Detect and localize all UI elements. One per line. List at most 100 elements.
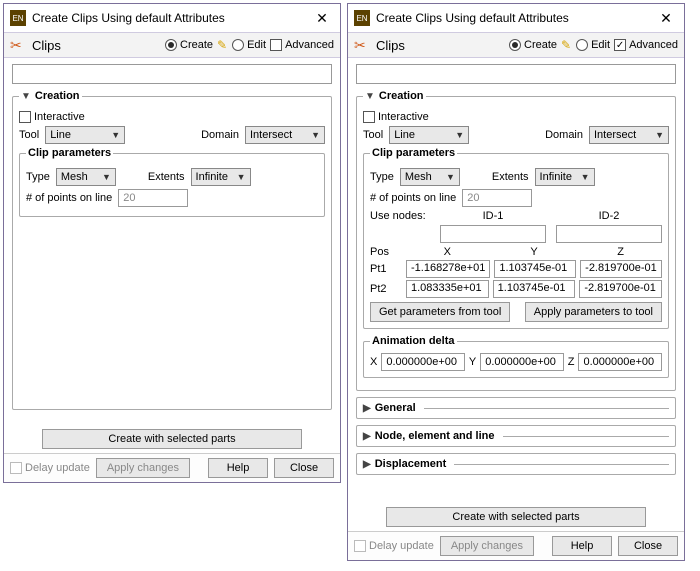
pt2-z-input[interactable]: -2.819700e-01 (579, 280, 662, 298)
z-header: Z (579, 246, 662, 258)
node-element-line-group[interactable]: ▶Node, element and line (356, 425, 676, 447)
id2-input[interactable] (556, 225, 662, 243)
domain-select[interactable]: Intersect▼ (589, 126, 669, 144)
domain-select[interactable]: Intersect▼ (245, 126, 325, 144)
displacement-group[interactable]: ▶Displacement (356, 453, 676, 475)
titlebar: EN Create Clips Using default Attributes… (348, 4, 684, 33)
scissors-icon: ✂ (10, 37, 28, 53)
anim-z-input[interactable]: 0.000000e+00 (578, 353, 662, 371)
close-icon[interactable]: ✕ (310, 8, 334, 28)
footer: Delay update Apply changes Help Close (348, 531, 684, 560)
clip-params-legend: Clip parameters (26, 147, 113, 159)
body: ▼Creation Interactive Tool Line▼ Domain … (348, 58, 684, 503)
npts-label: # of points on line (370, 192, 456, 204)
mode-create-radio[interactable]: Create (165, 39, 213, 51)
close-icon[interactable]: ✕ (654, 8, 678, 28)
app-icon: EN (354, 10, 370, 26)
window-title: Create Clips Using default Attributes (376, 11, 654, 25)
type-label: Type (26, 171, 50, 183)
mode-edit-radio[interactable]: Edit (576, 39, 610, 51)
get-params-button[interactable]: Get parameters from tool (370, 302, 510, 322)
pt1-z-input[interactable]: -2.819700e-01 (580, 260, 662, 278)
apply-changes-button[interactable]: Apply changes (440, 536, 534, 556)
name-input[interactable] (12, 64, 332, 84)
chevron-down-icon: ▼ (365, 91, 375, 102)
help-button[interactable]: Help (552, 536, 612, 556)
tool-label: Tool (19, 129, 39, 141)
toolbar: ✂ Clips Create ✎ Edit Advanced (4, 33, 340, 58)
domain-label: Domain (545, 129, 583, 141)
pt2-y-input[interactable]: 1.103745e-01 (493, 280, 576, 298)
animation-delta-legend: Animation delta (370, 335, 457, 347)
interactive-check[interactable]: Interactive (363, 111, 429, 123)
pos-label: Pos (370, 246, 402, 258)
window-right: EN Create Clips Using default Attributes… (347, 3, 685, 561)
animation-delta-group: Animation delta X 0.000000e+00 Y 0.00000… (363, 335, 669, 378)
type-select[interactable]: Mesh▼ (56, 168, 116, 186)
extents-select[interactable]: Infinite▼ (191, 168, 251, 186)
pt1-label: Pt1 (370, 263, 402, 275)
delay-update-check[interactable]: Delay update (354, 540, 434, 552)
body: ▼Creation Interactive Tool Line▼ Domain … (4, 58, 340, 425)
chevron-down-icon: ▼ (21, 91, 31, 102)
domain-label: Domain (201, 129, 239, 141)
type-label: Type (370, 171, 394, 183)
clip-params-group: Clip parameters Type Mesh▼ Extents Infin… (19, 147, 325, 217)
close-button[interactable]: Close (274, 458, 334, 478)
pt2-x-input[interactable]: 1.083335e+01 (406, 280, 489, 298)
chevron-right-icon: ▶ (363, 403, 371, 414)
window-left: EN Create Clips Using default Attributes… (3, 3, 341, 483)
mode-advanced-check[interactable]: Advanced (270, 39, 334, 51)
pencil-icon: ✎ (217, 38, 227, 52)
extents-label: Extents (148, 171, 185, 183)
toolbar: ✂ Clips Create ✎ Edit Advanced (348, 33, 684, 58)
create-with-parts-button[interactable]: Create with selected parts (386, 507, 646, 527)
tool-label: Tool (363, 129, 383, 141)
delay-update-check[interactable]: Delay update (10, 462, 90, 474)
id2-header: ID-2 (556, 210, 662, 222)
mode-advanced-check[interactable]: Advanced (614, 39, 678, 51)
mode-create-radio[interactable]: Create (509, 39, 557, 51)
extents-select[interactable]: Infinite▼ (535, 168, 595, 186)
section-label: Clips (32, 38, 61, 53)
creation-group: ▼Creation Interactive Tool Line▼ Domain … (12, 90, 332, 410)
extents-label: Extents (492, 171, 529, 183)
creation-legend[interactable]: ▼Creation (19, 90, 82, 102)
tool-select[interactable]: Line▼ (45, 126, 125, 144)
npts-input[interactable]: 20 (118, 189, 188, 207)
name-input[interactable] (356, 64, 676, 84)
interactive-check[interactable]: Interactive (19, 111, 85, 123)
pt2-label: Pt2 (370, 283, 402, 295)
anim-x-input[interactable]: 0.000000e+00 (381, 353, 465, 371)
type-select[interactable]: Mesh▼ (400, 168, 460, 186)
section-label: Clips (376, 38, 405, 53)
window-title: Create Clips Using default Attributes (32, 11, 310, 25)
pt1-y-input[interactable]: 1.103745e-01 (494, 260, 576, 278)
app-icon: EN (10, 10, 26, 26)
anim-z-label: Z (568, 356, 575, 368)
id1-input[interactable] (440, 225, 546, 243)
create-with-parts-button[interactable]: Create with selected parts (42, 429, 302, 449)
pencil-icon: ✎ (561, 38, 571, 52)
id1-header: ID-1 (440, 210, 546, 222)
titlebar: EN Create Clips Using default Attributes… (4, 4, 340, 33)
creation-group: ▼Creation Interactive Tool Line▼ Domain … (356, 90, 676, 391)
clip-params-group: Clip parameters Type Mesh▼ Extents Infin… (363, 147, 669, 329)
apply-changes-button[interactable]: Apply changes (96, 458, 190, 478)
creation-legend[interactable]: ▼Creation (363, 90, 426, 102)
chevron-right-icon: ▶ (363, 431, 371, 442)
npts-input[interactable]: 20 (462, 189, 532, 207)
pt1-x-input[interactable]: -1.168278e+01 (406, 260, 490, 278)
close-button[interactable]: Close (618, 536, 678, 556)
y-header: Y (493, 246, 576, 258)
scissors-icon: ✂ (354, 37, 372, 53)
tool-select[interactable]: Line▼ (389, 126, 469, 144)
chevron-right-icon: ▶ (363, 459, 371, 470)
anim-x-label: X (370, 356, 377, 368)
apply-params-button[interactable]: Apply parameters to tool (525, 302, 662, 322)
help-button[interactable]: Help (208, 458, 268, 478)
mode-edit-radio[interactable]: Edit (232, 39, 266, 51)
general-group[interactable]: ▶General (356, 397, 676, 419)
anim-y-input[interactable]: 0.000000e+00 (480, 353, 564, 371)
footer: Delay update Apply changes Help Close (4, 453, 340, 482)
